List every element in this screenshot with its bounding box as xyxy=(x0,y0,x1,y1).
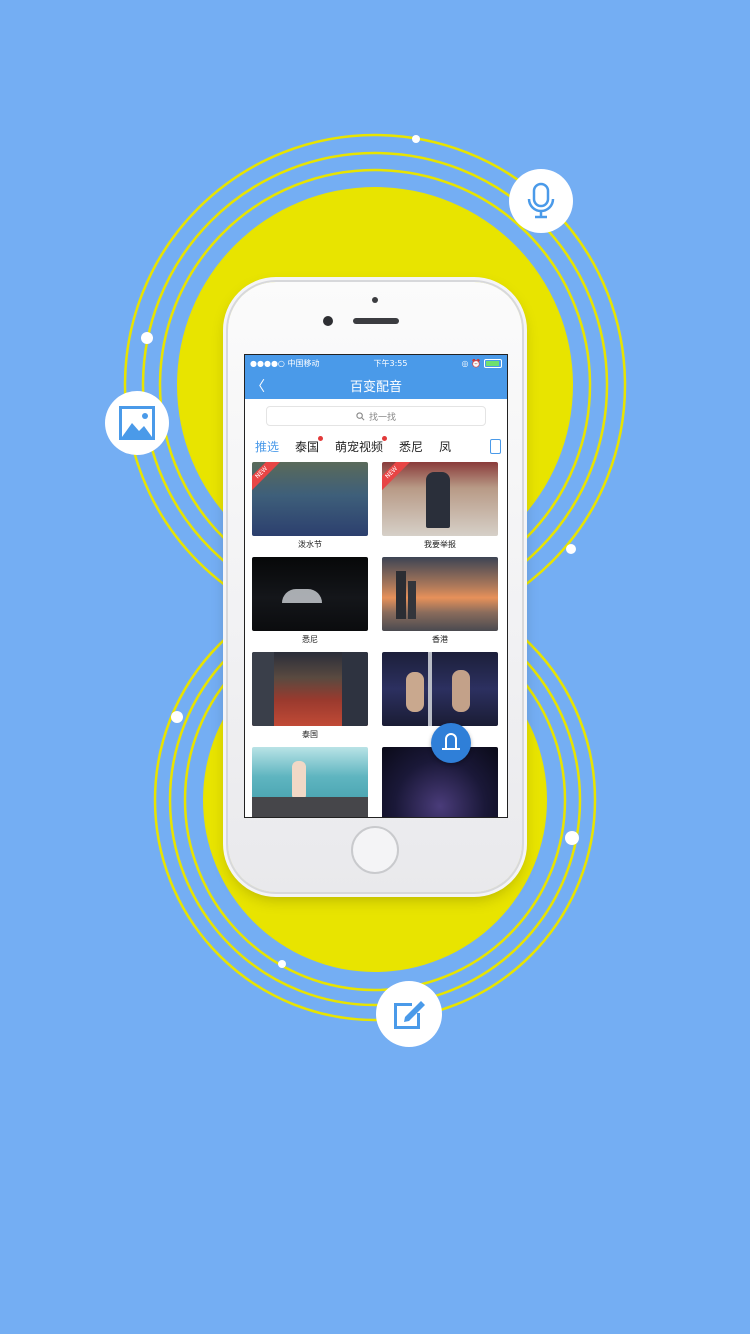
video-thumbnail: NEW xyxy=(382,462,498,536)
microphone-icon xyxy=(527,182,555,219)
tab-pet-videos[interactable]: 萌宠视频 xyxy=(335,435,388,455)
proximity-sensor xyxy=(372,297,378,303)
tab-sydney[interactable]: 悉尼 xyxy=(399,438,423,455)
new-badge: NEW xyxy=(252,462,282,493)
search-bar: 找一找 xyxy=(245,399,507,433)
image-badge xyxy=(105,391,169,455)
video-card[interactable]: 泰国 xyxy=(252,652,368,739)
video-caption: 香港 xyxy=(432,635,448,644)
edit-icon xyxy=(394,1001,425,1029)
search-placeholder: 找一找 xyxy=(368,412,396,423)
microphone-badge xyxy=(509,169,573,233)
video-thumbnail xyxy=(252,652,368,726)
nav-bar: 〈 百变配音 xyxy=(245,371,507,399)
search-input[interactable]: 找一找 xyxy=(266,406,486,426)
video-thumbnail xyxy=(252,557,368,631)
orbit-dot xyxy=(171,711,183,723)
phone-mockup: ●●●●○ 中国移动 下午3:55 ◎ ⏰ 〈 百变配音 找一找 推选 泰国 萌… xyxy=(228,282,522,892)
new-badge: NEW xyxy=(382,462,412,493)
video-card[interactable] xyxy=(252,747,368,817)
tab-thailand[interactable]: 泰国 xyxy=(295,435,324,455)
home-button[interactable] xyxy=(351,826,399,874)
video-card[interactable]: NEW 泼水节 xyxy=(252,462,368,549)
more-categories-icon[interactable] xyxy=(490,439,501,454)
notification-dot xyxy=(318,435,324,441)
video-caption: 泼水节 xyxy=(298,540,322,549)
notification-dot xyxy=(382,435,388,441)
category-tabs: 推选 泰国 萌宠视频 悉尼 凤 xyxy=(245,433,507,459)
page-title: 百变配音 xyxy=(349,379,402,395)
image-icon xyxy=(119,406,155,440)
video-thumbnail xyxy=(252,747,368,817)
search-icon xyxy=(356,411,365,420)
earpiece-speaker xyxy=(353,318,399,324)
video-card[interactable]: NEW 我要举报 xyxy=(382,462,498,549)
orbit-dot xyxy=(565,831,579,845)
video-caption: 我要举报 xyxy=(424,540,456,549)
video-card[interactable]: 悉尼 xyxy=(252,557,368,644)
video-caption: 泰国 xyxy=(302,730,318,739)
carrier-label: ●●●●○ 中国移动 xyxy=(250,358,320,368)
clock: 下午3:55 xyxy=(373,358,408,368)
status-right: ◎ ⏰ xyxy=(461,358,502,368)
video-caption: 悉尼 xyxy=(302,635,318,644)
status-icons: ◎ ⏰ xyxy=(461,358,481,368)
battery-icon xyxy=(484,358,502,368)
orbit-dot xyxy=(566,544,576,554)
video-thumbnail: NEW xyxy=(252,462,368,536)
app-screen: ●●●●○ 中国移动 下午3:55 ◎ ⏰ 〈 百变配音 找一找 推选 泰国 萌… xyxy=(244,354,508,818)
upload-dub-button[interactable] xyxy=(431,723,471,763)
orbit-dot xyxy=(141,332,153,344)
back-button[interactable]: 〈 xyxy=(251,376,265,396)
video-thumbnail xyxy=(382,557,498,631)
status-bar: ●●●●○ 中国移动 下午3:55 ◎ ⏰ xyxy=(245,355,507,371)
front-camera xyxy=(323,316,333,326)
edit-badge xyxy=(376,981,442,1047)
video-thumbnail xyxy=(382,652,498,726)
tab-partial[interactable]: 凤 xyxy=(439,438,451,455)
orbit-dot xyxy=(412,135,420,143)
dub-stand-icon xyxy=(442,733,460,750)
tab-recommend[interactable]: 推选 xyxy=(255,438,279,455)
video-card[interactable]: 香港 xyxy=(382,557,498,644)
orbit-dot xyxy=(278,960,286,968)
